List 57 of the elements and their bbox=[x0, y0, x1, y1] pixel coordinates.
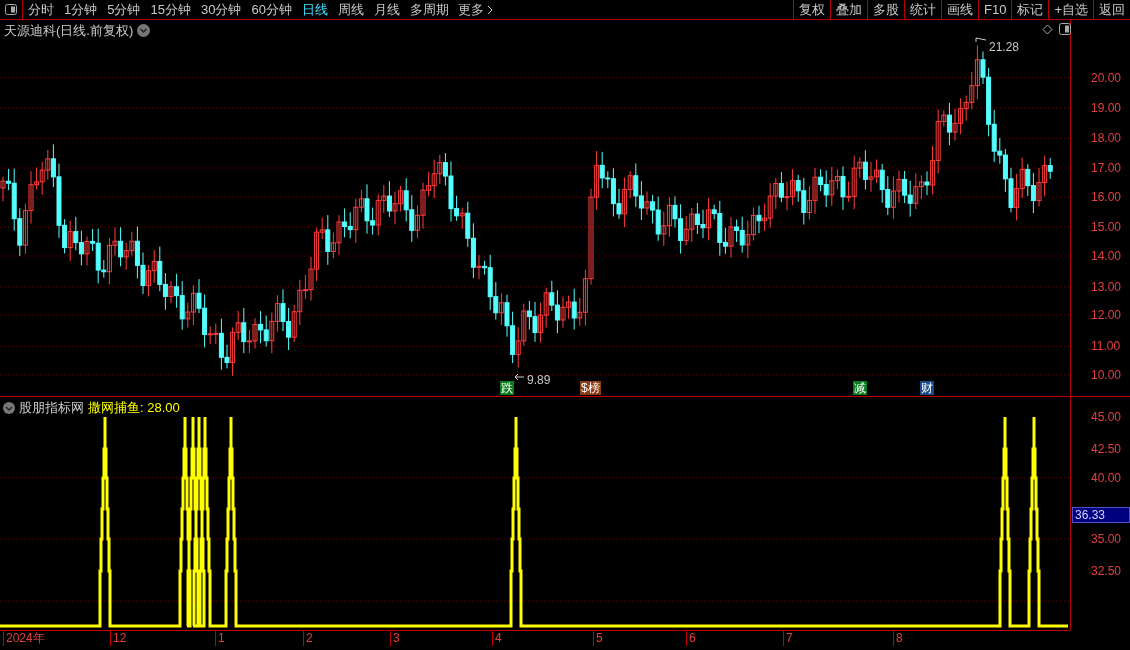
price-axis-label: 17.00 bbox=[1091, 162, 1122, 174]
time-axis-label: 12 bbox=[110, 631, 127, 646]
price-axis-label: 20.00 bbox=[1091, 72, 1122, 84]
time-axis-label: 2024年 bbox=[3, 631, 45, 646]
period-tab[interactable]: 1分钟 bbox=[59, 0, 103, 20]
indicator-axis-label: 32.50 bbox=[1091, 565, 1122, 577]
period-tab[interactable]: 5分钟 bbox=[102, 0, 146, 20]
toolbar-button[interactable]: 标记 bbox=[1011, 0, 1049, 20]
toolbar-button[interactable]: 复权 bbox=[793, 0, 830, 20]
time-axis-label: 1 bbox=[215, 631, 225, 646]
more-button[interactable]: 更多 bbox=[453, 0, 497, 20]
price-axis-label: 10.00 bbox=[1091, 369, 1122, 381]
event-marker[interactable]: $榜 bbox=[580, 381, 601, 395]
price-axis-label: 18.00 bbox=[1091, 132, 1122, 144]
period-tab[interactable]: 30分钟 bbox=[195, 0, 247, 20]
current-value-label: 36.33 bbox=[1072, 507, 1130, 523]
price-axis-label: 19.00 bbox=[1091, 102, 1122, 114]
chart-title: 天源迪科(日线.前复权) bbox=[4, 22, 134, 40]
price-axis-label: 16.00 bbox=[1091, 191, 1122, 203]
price-axis-label: 14.00 bbox=[1091, 250, 1122, 262]
indicator-axis-label: 42.50 bbox=[1091, 443, 1122, 455]
period-tab[interactable]: 日线 bbox=[296, 0, 333, 20]
time-axis-label: 2 bbox=[303, 631, 313, 646]
price-axis-label: 13.00 bbox=[1091, 281, 1122, 293]
period-tab[interactable]: 周线 bbox=[332, 0, 369, 20]
toolbar-button[interactable]: 叠加 bbox=[830, 0, 867, 20]
low-price-label: 9.89 bbox=[527, 372, 551, 389]
toolbar-button[interactable]: 画线 bbox=[941, 0, 978, 20]
toolbar-button[interactable]: F10 bbox=[978, 0, 1012, 20]
time-axis-label: 3 bbox=[390, 631, 400, 646]
indicator-axis-label: 45.00 bbox=[1091, 411, 1122, 423]
period-tab[interactable]: 分时 bbox=[23, 0, 59, 20]
event-marker[interactable]: 财 bbox=[920, 381, 934, 395]
time-axis-label: 6 bbox=[686, 631, 696, 646]
toolbar-button[interactable]: 多股 bbox=[867, 0, 904, 20]
indicator-name: 撒网捕鱼 bbox=[88, 399, 140, 417]
time-axis-label: 5 bbox=[593, 631, 603, 646]
period-tab[interactable]: 15分钟 bbox=[145, 0, 196, 20]
indicator-source: 股朋指标网 bbox=[19, 399, 84, 417]
indicator-axis-label: 40.00 bbox=[1091, 472, 1122, 484]
event-marker[interactable]: 跌 bbox=[500, 381, 514, 395]
toolbar-button[interactable]: 统计 bbox=[904, 0, 941, 20]
indicator-axis-label: 35.00 bbox=[1091, 533, 1122, 545]
period-tab[interactable]: 月线 bbox=[368, 0, 405, 20]
period-tab[interactable]: 60分钟 bbox=[246, 0, 297, 20]
price-axis-label: 15.00 bbox=[1091, 221, 1122, 233]
price-axis-label: 12.00 bbox=[1091, 309, 1122, 321]
toolbar-button[interactable]: 返回 bbox=[1093, 0, 1130, 20]
time-axis-label: 8 bbox=[893, 631, 903, 646]
high-price-label: 21.28 bbox=[989, 39, 1020, 56]
time-axis-label: 7 bbox=[783, 631, 793, 646]
price-axis-label: 11.00 bbox=[1091, 340, 1121, 352]
toolbar-button[interactable]: +自选 bbox=[1048, 0, 1093, 20]
period-tab[interactable]: 多周期 bbox=[404, 0, 454, 20]
time-axis-label: 4 bbox=[492, 631, 502, 646]
event-marker[interactable]: 减 bbox=[853, 381, 867, 395]
indicator-value: : 28.00 bbox=[140, 399, 180, 417]
